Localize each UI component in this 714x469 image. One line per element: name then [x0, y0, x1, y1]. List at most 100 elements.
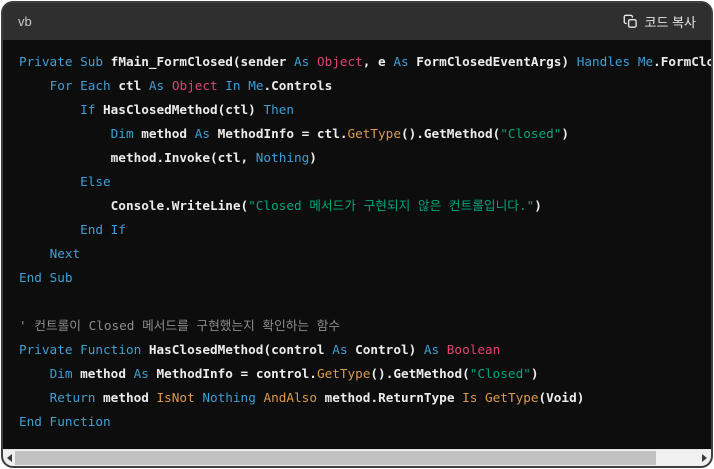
code-token: ' 컨트롤이 Closed 메서드를 구현했는지 확인하는 함수	[19, 318, 341, 333]
code-token: , e	[362, 54, 394, 69]
code-line: Dim method As MethodInfo = control.GetTy…	[19, 362, 695, 386]
code-token: HasClosedMethod(control	[141, 342, 333, 357]
code-token: If	[80, 102, 96, 117]
code-token: Boolean	[446, 342, 501, 357]
code-token: method.ReturnType	[316, 390, 463, 405]
code-token: method	[72, 366, 134, 381]
scrollbar-thumb[interactable]	[15, 451, 656, 465]
code-token: Console.WriteLine(	[19, 198, 249, 213]
code-token: As	[194, 126, 210, 141]
code-token: As	[332, 342, 348, 357]
code-token: Dim	[49, 366, 73, 381]
code-line: Else	[19, 170, 695, 194]
code-token: Dim	[110, 126, 134, 141]
code-token: As	[393, 54, 409, 69]
code-line: End Sub	[19, 266, 695, 290]
scroll-right-button[interactable]	[699, 450, 710, 466]
code-token: )	[530, 366, 539, 381]
scroll-left-arrow-icon	[7, 454, 12, 462]
code-line: Next	[19, 242, 695, 266]
code-token: In	[225, 78, 241, 93]
code-token: method	[133, 126, 195, 141]
code-token: End Sub	[19, 270, 73, 285]
code-line: Dim method As MethodInfo = ctl.GetType()…	[19, 122, 695, 146]
scroll-right-arrow-icon	[702, 454, 707, 462]
code-token: HasClosedMethod(ctl)	[95, 102, 264, 117]
code-token: ().GetMethod(	[370, 366, 470, 381]
code-token: MethodInfo = ctl.	[209, 126, 348, 141]
code-token: Me	[637, 54, 654, 69]
code-token: For	[49, 78, 73, 93]
code-token: IsNot	[156, 390, 195, 405]
code-token: )	[561, 126, 570, 141]
code-token: Nothing	[255, 150, 310, 165]
code-token: ctl	[110, 78, 149, 93]
horizontal-scrollbar[interactable]	[3, 449, 711, 466]
code-line: Console.WriteLine("Closed 메서드가 구현되지 않은 컨…	[19, 194, 695, 218]
code-token: Object	[171, 78, 218, 93]
code-token: ().GetMethod(	[400, 126, 501, 141]
code-token: fMain_FormClosed(sender	[103, 54, 295, 69]
code-token: MethodInfo = control.	[148, 366, 317, 381]
code-block-header: vb 코드 복사	[3, 3, 711, 40]
code-token: .FormClosed	[653, 54, 711, 69]
code-token: Each	[80, 78, 111, 93]
code-line: Private Sub fMain_FormClosed(sender As O…	[19, 50, 711, 74]
code-token: Private	[19, 54, 73, 69]
code-token: GetType	[347, 126, 401, 141]
scroll-left-button[interactable]	[4, 450, 15, 466]
code-line: Private Function HasClosedMethod(control…	[19, 338, 695, 362]
code-token: Object	[316, 54, 363, 69]
code-token: "Closed"	[469, 366, 531, 381]
copy-icon	[623, 14, 638, 29]
code-token: Handles	[576, 54, 631, 69]
code-token: End Function	[19, 414, 111, 429]
code-token: method	[95, 390, 157, 405]
code-line: ' 컨트롤이 Closed 메서드를 구현했는지 확인하는 함수	[19, 314, 695, 338]
code-token: )	[534, 198, 542, 213]
code-block: vb 코드 복사 Private Sub fMain_FormClosed(se…	[1, 1, 713, 468]
code-token: Nothing	[202, 390, 256, 405]
code-line: If HasClosedMethod(ctl) Then	[19, 98, 695, 122]
code-token: method.Invoke(ctl,	[19, 150, 256, 165]
code-token: End If	[80, 222, 126, 237]
code-token: (Void)	[538, 390, 585, 405]
code-token: GetType	[485, 390, 539, 405]
code-token: AndAlso	[263, 390, 317, 405]
code-token: Then	[263, 102, 295, 117]
code-line: End Function	[19, 410, 695, 434]
code-token: .Controls	[263, 78, 333, 93]
code-token: Control)	[347, 342, 424, 357]
code-content: Private Sub fMain_FormClosed(sender As O…	[3, 40, 711, 449]
code-token: Function	[80, 342, 142, 357]
code-token: "Closed"	[500, 126, 562, 141]
code-token: As	[133, 366, 149, 381]
code-token: Private	[19, 342, 73, 357]
code-line: For Each ctl As Object In Me.Controls	[19, 74, 695, 98]
language-label: vb	[18, 14, 32, 29]
code-line: End If	[19, 218, 695, 242]
code-token: Me	[248, 78, 264, 93]
code-token: Sub	[80, 54, 104, 69]
code-token: GetType	[316, 366, 371, 381]
code-token: Else	[80, 174, 111, 189]
code-token: )	[309, 150, 317, 165]
code-token: Is	[462, 390, 478, 405]
copy-code-button[interactable]: 코드 복사	[623, 12, 696, 31]
copy-code-label: 코드 복사	[644, 15, 696, 30]
